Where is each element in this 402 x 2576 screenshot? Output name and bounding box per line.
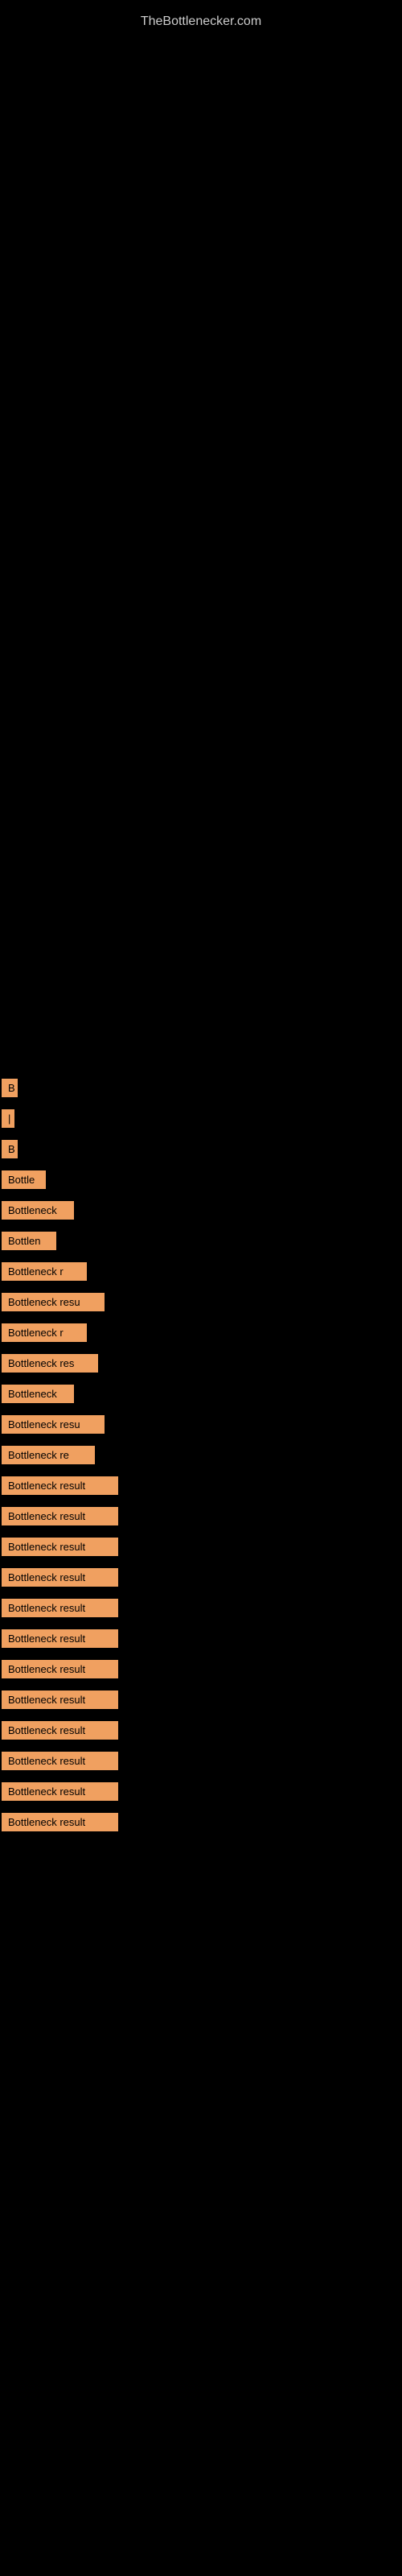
- bottleneck-result-badge: Bottleneck result: [2, 1476, 118, 1495]
- bottleneck-row: Bottleneck result: [0, 1660, 402, 1686]
- bottleneck-row: Bottleneck result: [0, 1782, 402, 1808]
- bottleneck-row: B: [0, 1140, 402, 1166]
- bottleneck-row: |: [0, 1109, 402, 1135]
- bottleneck-result-badge: Bottleneck r: [2, 1262, 87, 1281]
- bottleneck-result-badge: Bottleneck result: [2, 1721, 118, 1740]
- bottleneck-result-badge: B: [2, 1079, 18, 1097]
- bottleneck-result-badge: Bottlen: [2, 1232, 56, 1250]
- bottleneck-row: B: [0, 1079, 402, 1104]
- bottleneck-result-badge: Bottleneck result: [2, 1690, 118, 1709]
- bottleneck-row: Bottleneck r: [0, 1323, 402, 1349]
- bottleneck-row: Bottleneck result: [0, 1538, 402, 1563]
- bottleneck-result-badge: Bottleneck result: [2, 1599, 118, 1617]
- bottleneck-row: Bottleneck result: [0, 1507, 402, 1533]
- bottleneck-row: Bottleneck r: [0, 1262, 402, 1288]
- site-title: TheBottlenecker.com: [0, 6, 402, 37]
- bottleneck-row: Bottleneck result: [0, 1721, 402, 1747]
- bottleneck-row: Bottleneck result: [0, 1568, 402, 1594]
- bottleneck-row: Bottleneck result: [0, 1476, 402, 1502]
- bottleneck-result-badge: B: [2, 1140, 18, 1158]
- bottleneck-result-badge: Bottleneck result: [2, 1568, 118, 1587]
- bottleneck-result-badge: Bottleneck result: [2, 1660, 118, 1678]
- bottleneck-result-badge: Bottle: [2, 1170, 46, 1189]
- bottleneck-result-badge: Bottleneck resu: [2, 1293, 105, 1311]
- bottleneck-row: Bottleneck: [0, 1385, 402, 1410]
- bottleneck-result-badge: Bottleneck result: [2, 1507, 118, 1525]
- bottleneck-result-badge: Bottleneck result: [2, 1629, 118, 1648]
- bottleneck-row: Bottleneck result: [0, 1599, 402, 1624]
- bottleneck-row: Bottleneck re: [0, 1446, 402, 1472]
- bottleneck-row: Bottleneck result: [0, 1813, 402, 1839]
- bottleneck-row: Bottleneck res: [0, 1354, 402, 1380]
- bottleneck-result-badge: Bottleneck result: [2, 1752, 118, 1770]
- bottleneck-result-badge: Bottleneck re: [2, 1446, 95, 1464]
- bottleneck-row: Bottlen: [0, 1232, 402, 1257]
- bottleneck-row: Bottleneck: [0, 1201, 402, 1227]
- bottleneck-result-badge: Bottleneck r: [2, 1323, 87, 1342]
- bottleneck-result-badge: |: [2, 1109, 14, 1128]
- bottleneck-row: Bottle: [0, 1170, 402, 1196]
- bottleneck-row: Bottleneck resu: [0, 1293, 402, 1319]
- bottleneck-result-badge: Bottleneck: [2, 1385, 74, 1403]
- bottleneck-row: Bottleneck resu: [0, 1415, 402, 1441]
- bottleneck-result-badge: Bottleneck resu: [2, 1415, 105, 1434]
- bottleneck-result-badge: Bottleneck result: [2, 1782, 118, 1801]
- bottleneck-result-badge: Bottleneck result: [2, 1538, 118, 1556]
- bottleneck-result-badge: Bottleneck: [2, 1201, 74, 1220]
- bottleneck-list: B | B Bottle Bottleneck Bottlen Bottleneck r Bo…: [0, 1079, 402, 1843]
- bottleneck-result-badge: Bottleneck result: [2, 1813, 118, 1831]
- bottleneck-row: Bottleneck result: [0, 1690, 402, 1716]
- bottleneck-row: Bottleneck result: [0, 1629, 402, 1655]
- bottleneck-result-badge: Bottleneck res: [2, 1354, 98, 1373]
- bottleneck-row: Bottleneck result: [0, 1752, 402, 1777]
